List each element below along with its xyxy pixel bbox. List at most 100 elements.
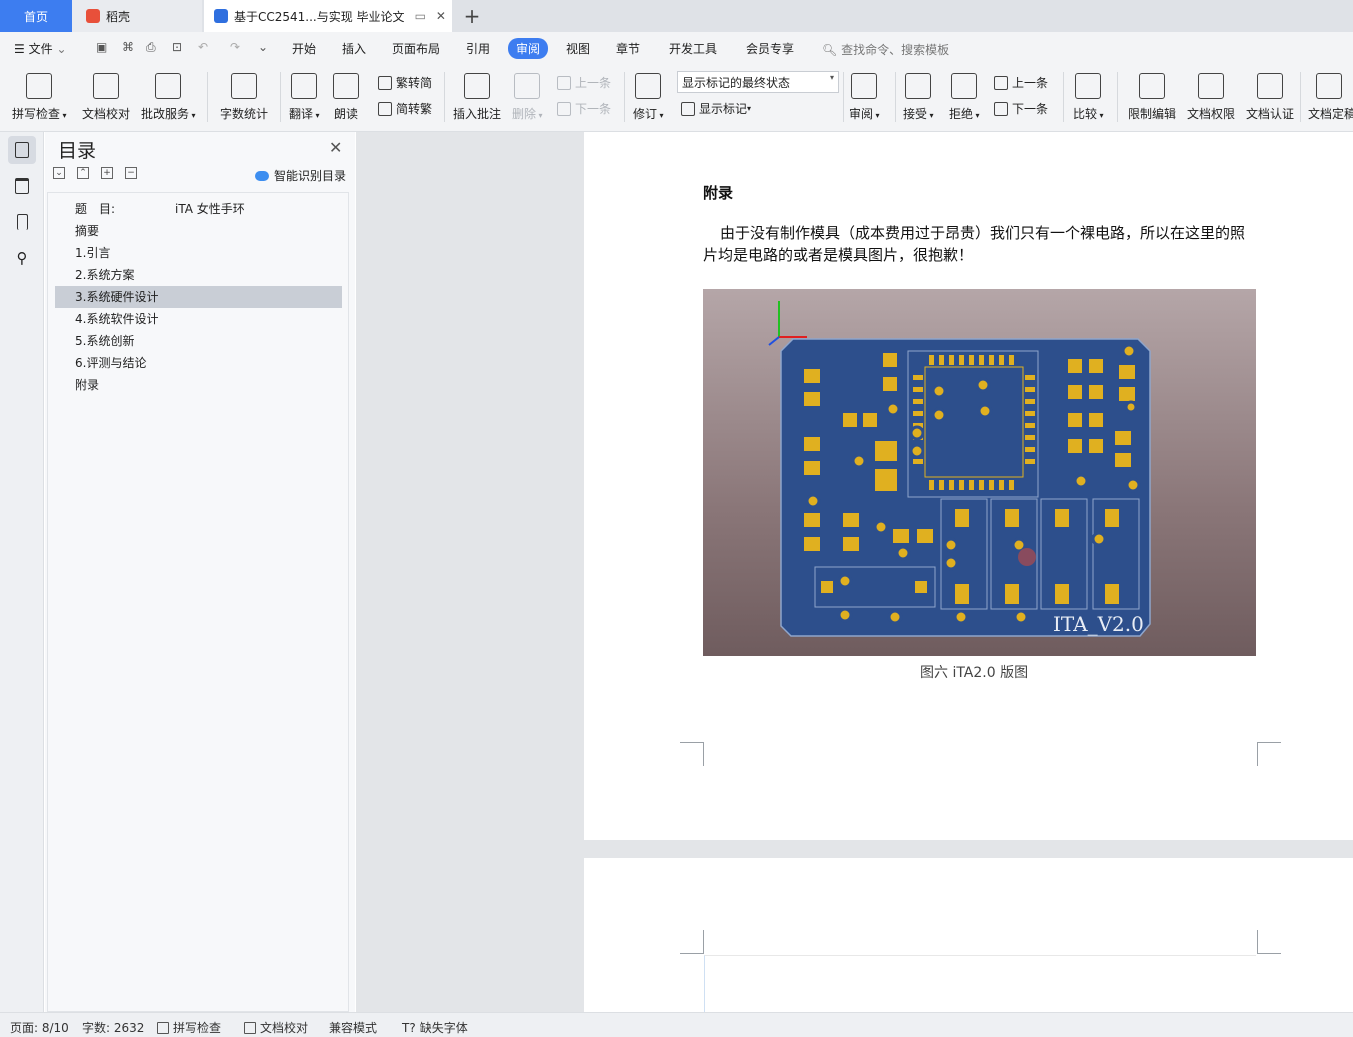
screen-icon[interactable]: ▭ (415, 9, 426, 23)
to-traditional-button[interactable]: 繁转简 (378, 74, 432, 91)
ribbon-separator (843, 72, 844, 122)
doc-cert-label: 文档认证 (1246, 107, 1295, 121)
command-search[interactable]: 🔍︎ 查找命令、搜索模板 (822, 41, 949, 58)
redo-icon[interactable]: ↷ (230, 40, 240, 54)
reject-button[interactable]: 拒绝 ▾ (949, 73, 980, 122)
undo-icon[interactable]: ↶ (198, 40, 208, 54)
menu-member[interactable]: 会员专享 (746, 40, 794, 57)
compare-button[interactable]: 比较 ▾ (1073, 73, 1104, 122)
shield-icon (1257, 73, 1283, 99)
chapter-icon (15, 178, 29, 194)
tab-document[interactable]: 基于CC2541...与实现 毕业论文 ▭ ✕ (204, 0, 452, 32)
collapse-down-icon[interactable]: ⌄ (53, 167, 65, 179)
toc-nav-button[interactable] (8, 136, 36, 164)
next-comment-button[interactable]: 下一条 (557, 100, 611, 117)
tab-daoke[interactable]: 稻壳 (72, 0, 202, 32)
menu-developer[interactable]: 开发工具 (669, 40, 717, 57)
prev-change-button[interactable]: 上一条 (994, 74, 1048, 91)
doc-proof-button[interactable]: 文档校对 (82, 73, 130, 122)
close-icon[interactable]: ✕ (436, 9, 446, 23)
page-corner-mark (1257, 742, 1281, 766)
word-count-button[interactable]: 字数统计 (220, 73, 268, 122)
missing-font-indicator[interactable]: T? 缺失字体 (402, 1019, 468, 1036)
print-icon[interactable]: ⎙ (146, 40, 156, 55)
read-aloud-icon (333, 73, 359, 99)
read-aloud-button[interactable]: 朗读 (333, 73, 359, 122)
status-spellcheck[interactable]: 拼写检查 (157, 1019, 221, 1036)
show-markup-button[interactable]: 显示标记 ▾ (681, 100, 751, 117)
next-change-icon (994, 101, 1008, 116)
insert-comment-button[interactable]: 插入批注 (453, 73, 501, 122)
chapter-nav-button[interactable] (8, 172, 36, 200)
toc-title: 目录 (58, 140, 97, 162)
quick-access-more-icon[interactable]: ⌄ (258, 40, 268, 54)
toc-item-abstract[interactable]: 摘要 (55, 220, 342, 242)
toc-item-title[interactable]: 题 目: iTA 女性手环 (55, 198, 342, 220)
collapse-icon[interactable]: − (125, 167, 137, 179)
prev-comment-button[interactable]: 上一条 (557, 74, 611, 91)
page-corner-mark (680, 930, 704, 954)
doc-proof-label: 文档校对 (82, 107, 131, 121)
tab-home[interactable]: 首页 (0, 0, 72, 32)
menu-view[interactable]: 视图 (566, 40, 590, 57)
smart-toc-button[interactable]: 智能识别目录 (255, 167, 346, 184)
menu-chapter[interactable]: 章节 (616, 40, 640, 57)
doc-final-label: 文档定稿 (1308, 107, 1353, 121)
save-icon[interactable]: ▣ (96, 40, 107, 54)
page-corner-mark (680, 742, 704, 766)
toc-item-software[interactable]: 4.系统软件设计 (55, 308, 342, 330)
next-change-button[interactable]: 下一条 (994, 100, 1048, 117)
track-changes-button[interactable]: 修订 ▾ (633, 73, 664, 122)
collapse-up-icon[interactable]: ⌃ (77, 167, 89, 179)
menu-insert[interactable]: 插入 (342, 40, 366, 57)
toc-item-system-plan[interactable]: 2.系统方案 (55, 264, 342, 286)
menu-review[interactable]: 审阅 (508, 38, 549, 59)
expand-icon[interactable]: + (101, 167, 113, 179)
delete-comment-button[interactable]: 删除 ▾ (512, 73, 543, 122)
status-doc-proof[interactable]: 文档校对 (244, 1019, 308, 1036)
menu-page-layout[interactable]: 页面布局 (392, 40, 440, 57)
prev-comment-icon (557, 75, 571, 90)
tab-bar (0, 0, 1353, 32)
page-indicator[interactable]: 页面: 8/10 (10, 1019, 69, 1036)
toc-item-innovation[interactable]: 5.系统创新 (55, 330, 342, 352)
translate-button[interactable]: 翻译 ▾ (289, 73, 320, 122)
read-aloud-label: 朗读 (333, 107, 358, 121)
accept-icon (905, 73, 932, 99)
ribbon-separator (624, 72, 625, 122)
word-count-indicator[interactable]: 字数: 2632 (82, 1019, 144, 1036)
spellcheck-icon (26, 73, 53, 99)
to-simplified-button[interactable]: 简转繁 (378, 100, 432, 117)
doc-cert-button[interactable]: 文档认证 (1246, 73, 1294, 122)
close-icon[interactable]: ✕ (329, 138, 342, 157)
doc-final-button[interactable]: 文档定稿 (1308, 73, 1353, 122)
revise-service-button[interactable]: 批改服务 ▾ (141, 73, 196, 122)
reject-icon (951, 73, 978, 99)
menu-references[interactable]: 引用 (466, 40, 490, 57)
export-icon[interactable]: ⌘ (122, 40, 134, 54)
ribbon-separator (207, 72, 208, 122)
toc-item-intro[interactable]: 1.引言 (55, 242, 342, 264)
file-menu[interactable]: ☰ 文件 ⌄ (14, 40, 67, 57)
menu-start[interactable]: 开始 (292, 40, 316, 57)
review-pane-button[interactable]: 审阅 ▾ (849, 73, 880, 122)
markup-state-select[interactable]: 显示标记的最终状态 ▾ (677, 71, 839, 93)
toc-item-appendix[interactable]: 附录 (55, 374, 342, 396)
restrict-edit-button[interactable]: 限制编辑 (1128, 73, 1176, 122)
find-nav-button[interactable]: ⚲ (8, 244, 36, 272)
to-simplified-label: 简转繁 (396, 102, 433, 116)
doc-permission-button[interactable]: 文档权限 (1187, 73, 1235, 122)
lock-icon (1139, 73, 1165, 99)
comment-add-icon (464, 73, 490, 99)
compat-mode-indicator[interactable]: 兼容模式 (329, 1019, 377, 1036)
appendix-heading: 附录 (703, 184, 734, 202)
new-tab-button[interactable]: + (460, 0, 484, 32)
toc-item-evaluation[interactable]: 6.评测与结论 (55, 352, 342, 374)
spellcheck-button[interactable]: 拼写检查 ▾ (12, 73, 67, 122)
ribbon-separator (444, 72, 445, 122)
preview-icon[interactable]: ⊡ (172, 40, 182, 54)
bookmark-nav-button[interactable] (8, 208, 36, 236)
toc-item-hardware[interactable]: 3.系统硬件设计 (55, 286, 342, 308)
accept-button[interactable]: 接受 ▾ (903, 73, 934, 122)
file-menu-label: 文件 (28, 42, 53, 56)
